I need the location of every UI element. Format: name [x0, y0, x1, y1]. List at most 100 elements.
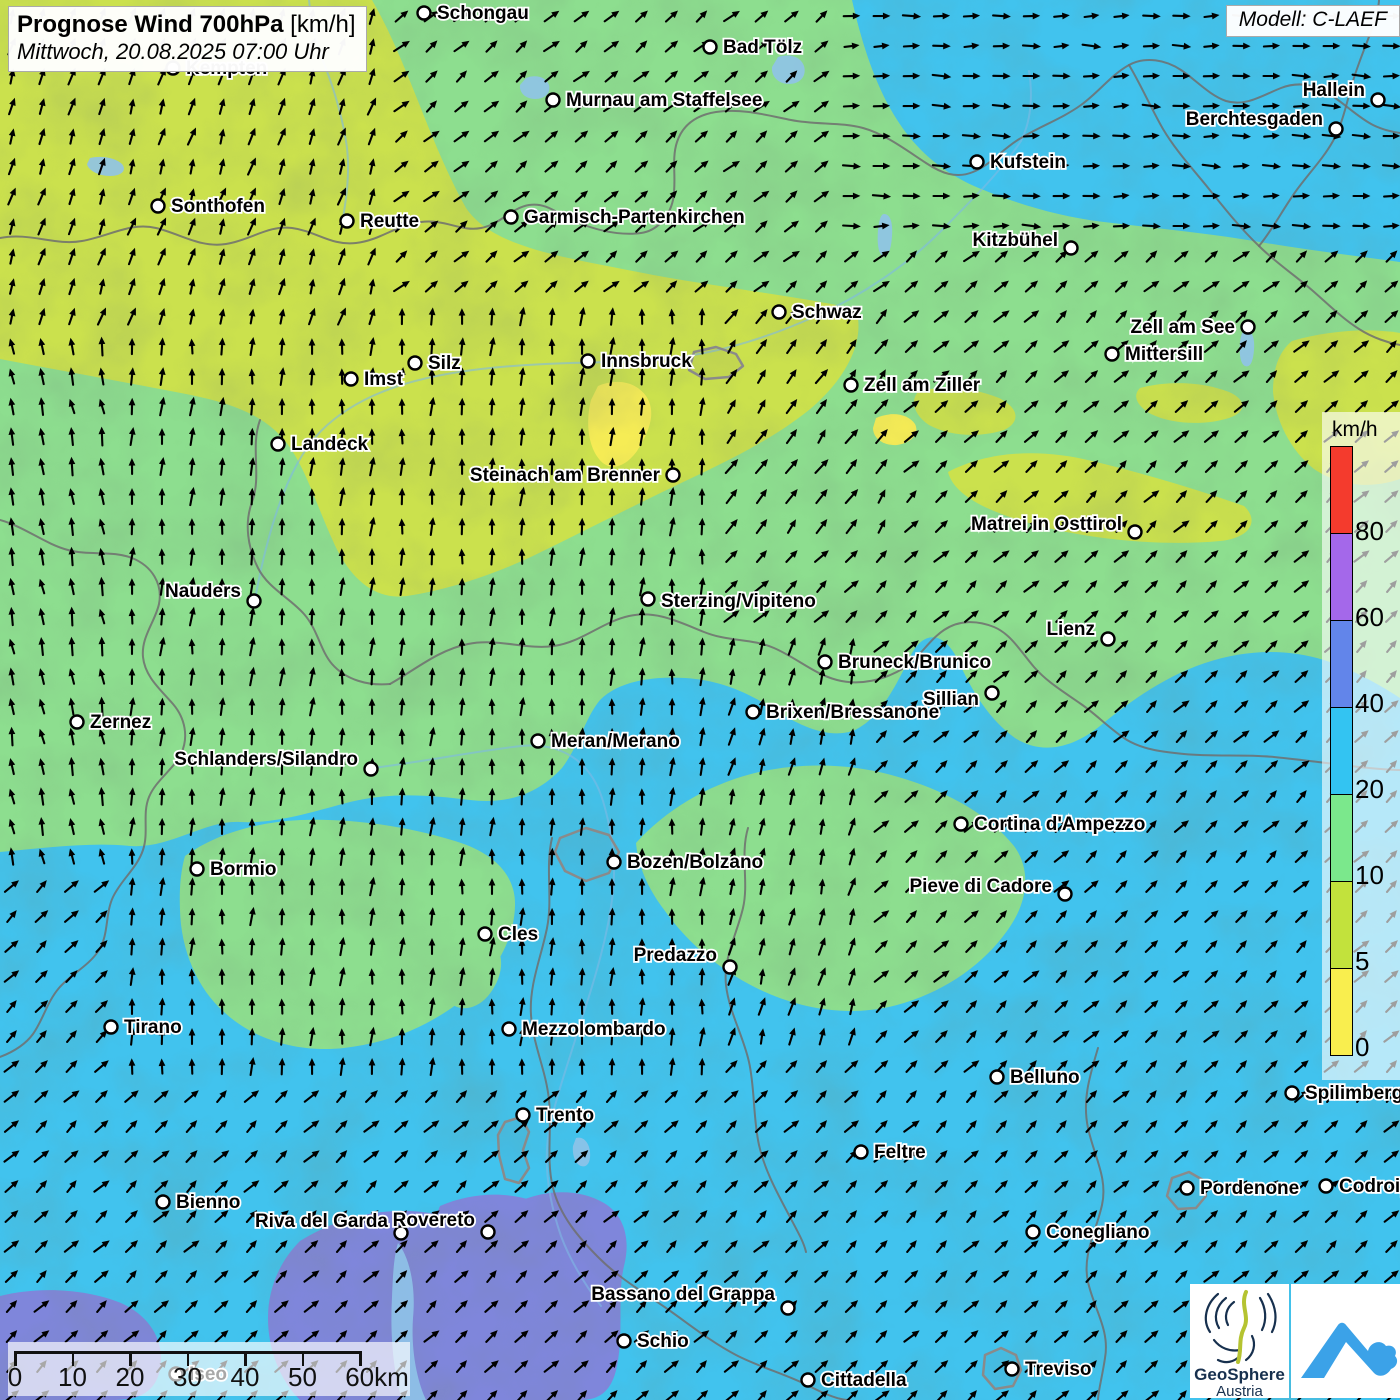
city-marker [667, 469, 680, 482]
city-marker [855, 1146, 868, 1159]
city-label: Matrei in Osttirol [971, 514, 1122, 535]
city-label: Schio [637, 1331, 689, 1352]
city-label: Zell am See [1130, 317, 1235, 338]
city-marker [272, 438, 285, 451]
city-marker [1372, 94, 1385, 107]
city-marker [341, 215, 354, 228]
city-label: Cles [498, 924, 538, 945]
city-marker [991, 1071, 1004, 1084]
city-marker [1242, 321, 1255, 334]
city-marker [845, 379, 858, 392]
mountain-cloud-icon [1291, 1284, 1400, 1398]
legend-tick-label: 5 [1355, 946, 1369, 977]
city-marker [782, 1302, 795, 1315]
city-marker [157, 1196, 170, 1209]
scale-bar: 0102030405060km [8, 1342, 410, 1396]
legend-segment [1331, 708, 1352, 795]
city-label: Berchtesgaden [1186, 109, 1323, 130]
scale-label: 10 [58, 1362, 87, 1393]
legend-tick-label: 60 [1355, 602, 1384, 633]
scale-label: 0 [8, 1362, 22, 1393]
model-label: Modell: C-LAEF [1226, 5, 1400, 37]
city-marker [1320, 1180, 1333, 1193]
city-marker [503, 1023, 516, 1036]
legend-segment [1331, 447, 1352, 534]
city-label: Kufstein [990, 152, 1066, 173]
city-label: Innsbruck [601, 351, 692, 372]
city-marker [773, 306, 786, 319]
geosphere-contour-icon [1190, 1284, 1289, 1364]
city-marker [802, 1374, 815, 1387]
city-marker [582, 355, 595, 368]
city-marker [345, 373, 358, 386]
mountain-logo [1291, 1284, 1400, 1398]
city-label: Hallein [1303, 80, 1365, 101]
legend-title: km/h [1332, 418, 1378, 442]
scale-label: 50 [288, 1362, 317, 1393]
city-marker [1286, 1087, 1299, 1100]
city-label: Steinach am Brenner [470, 465, 661, 486]
city-label: Bormio [210, 859, 277, 880]
legend-tick-label: 40 [1355, 688, 1384, 719]
city-label: Pordenone [1200, 1178, 1299, 1199]
city-marker [608, 856, 621, 869]
city-label: Mittersill [1125, 344, 1203, 365]
city-label: Cortina d'Ampezzo [974, 814, 1145, 835]
lake [1240, 330, 1255, 366]
city-label: Zernez [90, 712, 151, 733]
legend-segment [1331, 969, 1352, 1055]
city-label: Belluno [1010, 1067, 1080, 1088]
city-marker [152, 200, 165, 213]
city-label: Spilimbergo [1305, 1083, 1400, 1104]
city-marker [482, 1226, 495, 1239]
legend-segment [1331, 534, 1352, 621]
legend-segment [1331, 882, 1352, 969]
city-marker [986, 687, 999, 700]
city-label: Garmisch-Partenkirchen [524, 207, 745, 228]
page-title: Prognose Wind 700hPa [km/h] [17, 11, 356, 39]
city-marker [191, 863, 204, 876]
city-marker [642, 593, 655, 606]
city-marker [547, 94, 560, 107]
city-marker [105, 1021, 118, 1034]
city-label: Zell am Ziller [864, 375, 981, 396]
geosphere-austria-logo: GeoSphere Austria [1190, 1284, 1289, 1398]
city-label: Landeck [291, 434, 369, 455]
city-marker [1059, 888, 1072, 901]
city-label: Conegliano [1046, 1222, 1149, 1243]
city-label: Cittadella [821, 1370, 907, 1391]
city-label: Reutte [360, 211, 419, 232]
city-marker [517, 1109, 530, 1122]
city-label: Imst [364, 369, 404, 390]
city-label: Tirano [124, 1017, 182, 1038]
wind-forecast-map-page: SchongauBad TölzKemptenMurnau am Staffel… [0, 0, 1400, 1400]
legend-tick-label: 20 [1355, 774, 1384, 805]
city-label: Treviso [1025, 1359, 1092, 1380]
title-parameter: Prognose Wind 700hPa [17, 11, 284, 38]
scale-label: 20 [116, 1362, 145, 1393]
city-label: Bassano del Grappa [591, 1284, 775, 1305]
city-marker [971, 156, 984, 169]
city-label: Silz [428, 353, 461, 374]
city-marker [1102, 633, 1115, 646]
city-marker [409, 357, 422, 370]
city-label: Bruneck/Brunico [838, 652, 991, 673]
geosphere-river-stroke [1238, 1292, 1246, 1362]
city-marker [532, 735, 545, 748]
city-marker [1006, 1363, 1019, 1376]
city-label: Bad Tölz [723, 37, 802, 58]
city-label: Feltre [874, 1142, 926, 1163]
city-marker [1106, 348, 1119, 361]
legend-segment [1331, 621, 1352, 708]
city-marker [505, 211, 518, 224]
city-label: Meran/Merano [551, 731, 680, 752]
title-box: Prognose Wind 700hPa [km/h] Mittwoch, 20… [8, 6, 367, 72]
legend-tick-label: 80 [1355, 516, 1384, 547]
city-label: Mezzolombardo [522, 1019, 666, 1040]
legend-tick-label: 10 [1355, 860, 1384, 891]
city-marker [819, 656, 832, 669]
city-label: Schlanders/Silandro [174, 749, 358, 770]
city-marker [1065, 242, 1078, 255]
city-marker [1027, 1226, 1040, 1239]
city-label: Bienno [176, 1192, 240, 1213]
